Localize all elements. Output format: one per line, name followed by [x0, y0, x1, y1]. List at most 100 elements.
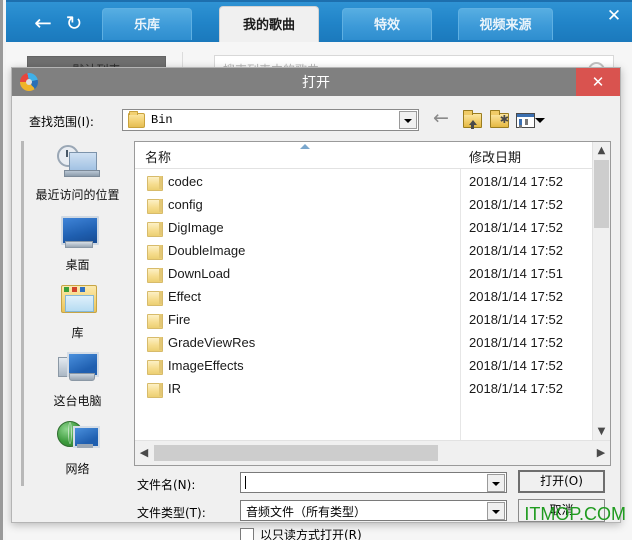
file-date: 2018/1/14 17:52 [469, 289, 563, 304]
table-row[interactable]: IR 2018/1/14 17:52 [135, 379, 610, 401]
file-date: 2018/1/14 17:52 [469, 335, 563, 350]
readonly-label: 以只读方式打开(R) [260, 528, 362, 540]
tab-effects[interactable]: 特效 [342, 8, 432, 40]
places-sidebar: 最近访问的位置 桌面 库 这台电脑 网络 [21, 141, 131, 486]
file-date: 2018/1/14 17:52 [469, 197, 563, 212]
file-name: DigImage [168, 220, 224, 235]
recent-places-icon [55, 143, 101, 181]
tab-video-source[interactable]: 视频来源 [458, 8, 553, 40]
tab-my-songs[interactable]: 我的歌曲 [219, 6, 319, 44]
folder-icon [147, 360, 163, 375]
folder-up-icon [463, 110, 482, 129]
chevron-down-icon[interactable] [535, 118, 545, 123]
folder-icon [147, 245, 163, 260]
open-button[interactable]: 打开(O) [518, 470, 605, 493]
back-button[interactable] [433, 107, 455, 129]
file-name-input[interactable] [240, 472, 507, 493]
chevron-down-icon[interactable]: ▼ [593, 423, 610, 440]
sidebar-item-label: 桌面 [65, 258, 90, 272]
file-date: 2018/1/14 17:52 [469, 243, 563, 258]
file-name: DownLoad [168, 266, 231, 281]
tab-music-library[interactable]: 乐库 [102, 8, 192, 40]
tab-label: 视频来源 [479, 17, 532, 32]
file-name: Effect [168, 289, 202, 304]
folder-icon [147, 222, 163, 237]
sidebar-item-desktop[interactable]: 桌面 [24, 213, 131, 272]
file-type-label: 文件类型(T): [137, 506, 206, 520]
file-name: Fire [168, 312, 191, 327]
text-caret [245, 476, 246, 489]
table-row[interactable]: GradeViewRes 2018/1/14 17:52 [135, 333, 610, 355]
sidebar-item-recent-places[interactable]: 最近访问的位置 [24, 143, 131, 202]
views-button[interactable] [516, 109, 545, 129]
dialog-title: 打开 [302, 74, 330, 90]
app-close-button[interactable]: ✕ [601, 4, 627, 28]
sidebar-item-libraries[interactable]: 库 [24, 281, 131, 340]
readonly-checkbox[interactable] [240, 528, 254, 540]
dialog-close-button[interactable]: ✕ [576, 68, 620, 96]
new-folder-button[interactable]: ✱ [489, 109, 511, 129]
file-name: config [168, 197, 203, 212]
sidebar-item-network[interactable]: 网络 [24, 417, 131, 476]
table-row[interactable]: ImageEffects 2018/1/14 17:52 [135, 356, 610, 378]
tab-label: 乐库 [133, 17, 160, 32]
chevron-up-icon[interactable]: ▲ [593, 142, 610, 159]
app-titlebar: ← ↻ 乐库 我的歌曲 特效 视频来源 ✕ [6, 0, 632, 44]
folder-icon [147, 199, 163, 214]
sidebar-item-label: 网络 [65, 462, 90, 476]
table-row[interactable]: DownLoad 2018/1/14 17:51 [135, 264, 610, 286]
file-name: DoubleImage [168, 243, 246, 258]
views-grid-icon [516, 113, 535, 128]
table-row[interactable]: codec 2018/1/14 17:52 [135, 172, 610, 194]
new-folder-icon: ✱ [490, 110, 509, 128]
file-date: 2018/1/14 17:52 [469, 220, 563, 235]
table-row[interactable]: Effect 2018/1/14 17:52 [135, 287, 610, 309]
this-pc-icon [55, 349, 101, 387]
watermark: ITMOP.COM [524, 504, 626, 524]
network-icon [55, 417, 101, 455]
column-header-date[interactable]: 修改日期 [469, 147, 521, 166]
library-icon [55, 281, 101, 319]
chevron-left-icon[interactable]: ◀ [135, 441, 153, 465]
file-type-select[interactable]: 音频文件（所有类型） [240, 500, 507, 521]
folder-icon [147, 176, 163, 191]
sidebar-item-label: 最近访问的位置 [35, 188, 120, 202]
open-file-dialog: 打开 ✕ 查找范围(I): Bin ✱ [11, 67, 621, 540]
folder-icon [147, 337, 163, 352]
reload-icon[interactable]: ↻ [61, 10, 87, 36]
folder-icon [147, 383, 163, 398]
file-name: GradeViewRes [168, 335, 256, 350]
table-row[interactable]: config 2018/1/14 17:52 [135, 195, 610, 217]
file-date: 2018/1/14 17:52 [469, 312, 563, 327]
folder-icon [147, 268, 163, 283]
column-header-name[interactable]: 名称 [145, 147, 171, 166]
sidebar-item-label: 库 [71, 326, 84, 340]
file-date: 2018/1/14 17:52 [469, 358, 563, 373]
look-in-combobox[interactable]: Bin [122, 109, 419, 131]
arrow-left-icon[interactable]: ← [30, 10, 56, 36]
table-row[interactable]: Fire 2018/1/14 17:52 [135, 310, 610, 332]
dialog-body: 查找范围(I): Bin ✱ [12, 96, 620, 540]
look-in-label: 查找范围(I): [29, 115, 94, 129]
file-list[interactable]: 名称 修改日期 codec 2018/1/14 17:52 config 201… [134, 141, 611, 466]
sidebar-item-this-pc[interactable]: 这台电脑 [24, 349, 131, 408]
folder-icon [128, 111, 145, 128]
chevron-down-icon[interactable] [399, 111, 417, 129]
tab-label: 我的歌曲 [242, 17, 295, 32]
scrollbar-thumb[interactable] [594, 160, 609, 228]
table-row[interactable]: DigImage 2018/1/14 17:52 [135, 218, 610, 240]
vertical-scrollbar[interactable]: ▲ ▼ [592, 142, 610, 440]
file-name: IR [168, 381, 181, 396]
file-name: ImageEffects [168, 358, 244, 373]
chevron-down-icon[interactable] [487, 502, 505, 520]
table-row[interactable]: DoubleImage 2018/1/14 17:52 [135, 241, 610, 263]
file-date: 2018/1/14 17:52 [469, 174, 563, 189]
folder-icon [147, 314, 163, 329]
scrollbar-thumb[interactable] [154, 445, 438, 461]
chevron-down-icon[interactable] [487, 474, 505, 492]
up-one-level-button[interactable] [462, 109, 484, 129]
horizontal-scrollbar[interactable]: ◀ ▶ [135, 440, 610, 465]
chevron-right-icon[interactable]: ▶ [592, 441, 610, 465]
file-list-header: 名称 修改日期 [135, 142, 610, 169]
tab-label: 特效 [373, 17, 400, 32]
